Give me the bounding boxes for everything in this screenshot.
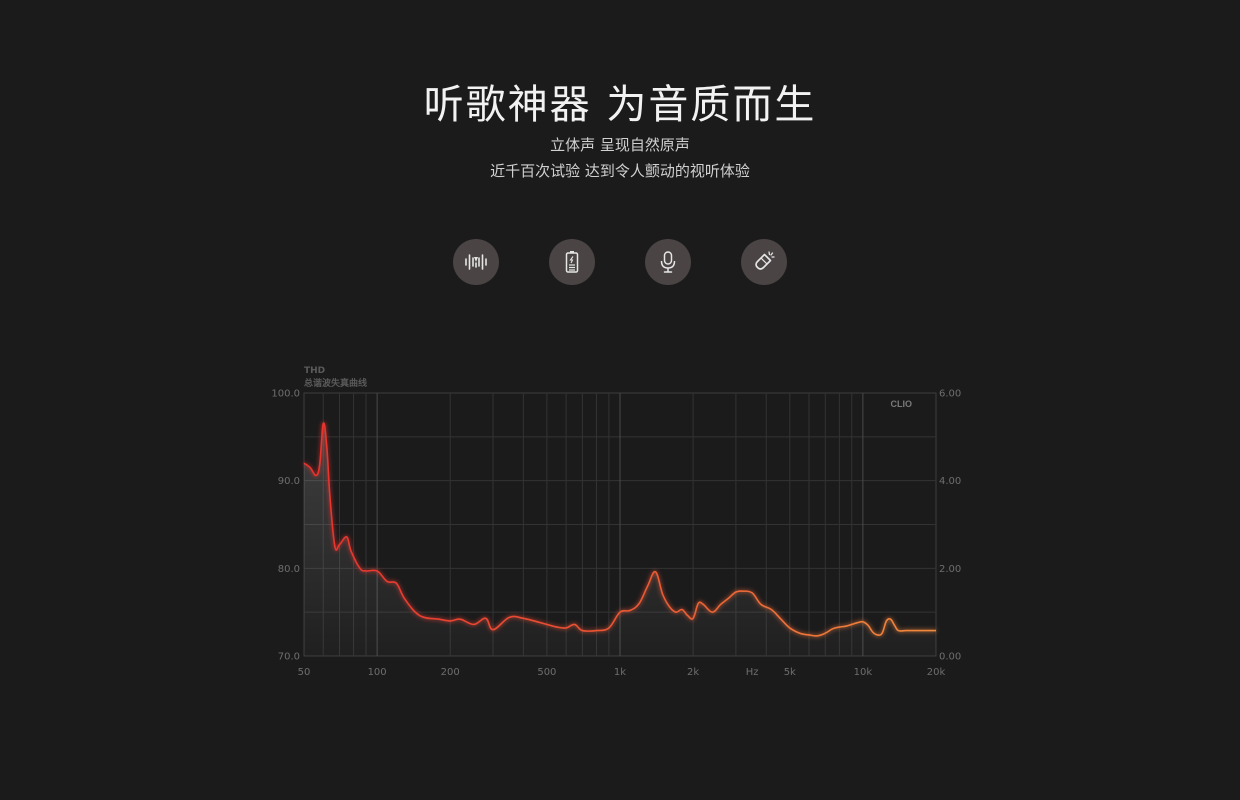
x-tick-label: 100 xyxy=(368,667,387,678)
chart-title: THD xyxy=(304,366,325,376)
x-tick-label: 5k xyxy=(784,667,796,678)
x-tick-label: 20k xyxy=(927,667,946,678)
x-tick-label: 10k xyxy=(854,667,873,678)
x-tick-label: 200 xyxy=(441,667,460,678)
y-tick-label: 70.0 xyxy=(278,652,300,663)
y-tick-label: 90.0 xyxy=(278,476,300,487)
y2-tick-label: 6.00 xyxy=(939,389,961,400)
page: 听歌神器 为音质而生 立体声 呈现自然原声 近千百次试验 达到令人颤动的视听体验 xyxy=(0,0,1240,800)
y-tick-label: 80.0 xyxy=(278,564,300,575)
y2-tick-label: 4.00 xyxy=(939,476,961,487)
y2-tick-label: 2.00 xyxy=(939,564,961,575)
x-tick-label: 1k xyxy=(614,667,626,678)
x-tick-label: 500 xyxy=(537,667,556,678)
thd-chart: THD总谐波失真曲线 CLIO 100.0 90.0 80.0 70.0 6.00 4.00 2… xyxy=(271,366,961,678)
x-axis-label: Hz xyxy=(746,667,759,678)
chart-brand: CLIO xyxy=(891,399,913,409)
y2-tick-label: 0.00 xyxy=(939,652,961,663)
x-tick-label: 2k xyxy=(687,667,699,678)
chart-subtitle: 总谐波失真曲线 xyxy=(304,377,367,389)
y-tick-label: 100.0 xyxy=(271,389,300,400)
x-tick-label: 50 xyxy=(298,667,311,678)
